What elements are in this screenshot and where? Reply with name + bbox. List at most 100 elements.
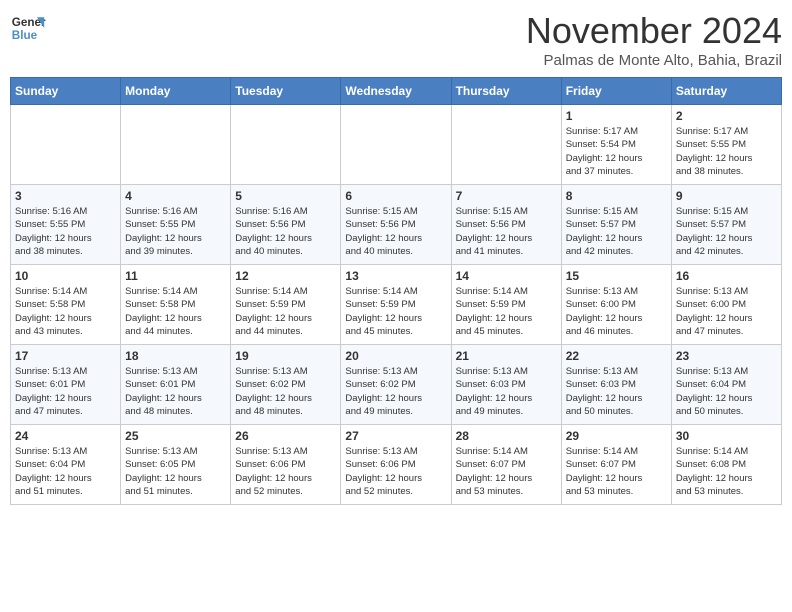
weekday-header: Saturday (671, 78, 781, 105)
day-info: Sunrise: 5:13 AM Sunset: 6:01 PM Dayligh… (15, 365, 116, 418)
calendar-cell: 25 Sunrise: 5:13 AM Sunset: 6:05 PM Dayli… (121, 425, 231, 505)
calendar-cell: 19 Sunrise: 5:13 AM Sunset: 6:02 PM Dayli… (231, 345, 341, 425)
calendar-cell (121, 105, 231, 185)
day-info: Sunrise: 5:15 AM Sunset: 5:56 PM Dayligh… (456, 205, 557, 258)
day-number: 21 (456, 349, 557, 363)
day-info: Sunrise: 5:16 AM Sunset: 5:55 PM Dayligh… (125, 205, 226, 258)
day-info: Sunrise: 5:13 AM Sunset: 6:04 PM Dayligh… (15, 445, 116, 498)
day-number: 30 (676, 429, 777, 443)
calendar-cell: 8 Sunrise: 5:15 AM Sunset: 5:57 PM Daylig… (561, 185, 671, 265)
day-info: Sunrise: 5:14 AM Sunset: 5:58 PM Dayligh… (15, 285, 116, 338)
day-number: 15 (566, 269, 667, 283)
calendar-cell: 22Sunrise: 5:13 AM Sunset: 6:03 PM Dayli… (561, 345, 671, 425)
weekday-header: Tuesday (231, 78, 341, 105)
calendar-cell: 5 Sunrise: 5:16 AM Sunset: 5:56 PM Daylig… (231, 185, 341, 265)
calendar-cell: 12Sunrise: 5:14 AM Sunset: 5:59 PM Dayli… (231, 265, 341, 345)
calendar-week-row: 24 Sunrise: 5:13 AM Sunset: 6:04 PM Dayli… (11, 425, 782, 505)
calendar-cell: 7Sunrise: 5:15 AM Sunset: 5:56 PM Daylig… (451, 185, 561, 265)
day-info: Sunrise: 5:14 AM Sunset: 6:07 PM Dayligh… (456, 445, 557, 498)
day-info: Sunrise: 5:17 AM Sunset: 5:55 PM Dayligh… (676, 125, 777, 178)
calendar-cell: 28 Sunrise: 5:14 AM Sunset: 6:07 PM Dayli… (451, 425, 561, 505)
day-number: 20 (345, 349, 446, 363)
day-number: 26 (235, 429, 336, 443)
day-info: Sunrise: 5:14 AM Sunset: 6:07 PM Dayligh… (566, 445, 667, 498)
calendar-cell: 6 Sunrise: 5:15 AM Sunset: 5:56 PM Daylig… (341, 185, 451, 265)
day-info: Sunrise: 5:13 AM Sunset: 6:05 PM Dayligh… (125, 445, 226, 498)
day-number: 13 (345, 269, 446, 283)
day-info: Sunrise: 5:14 AM Sunset: 5:58 PM Dayligh… (125, 285, 226, 338)
day-info: Sunrise: 5:13 AM Sunset: 6:06 PM Dayligh… (345, 445, 446, 498)
calendar-cell: 17 Sunrise: 5:13 AM Sunset: 6:01 PM Dayli… (11, 345, 121, 425)
calendar-cell: 20Sunrise: 5:13 AM Sunset: 6:02 PM Dayli… (341, 345, 451, 425)
calendar-cell: 26 Sunrise: 5:13 AM Sunset: 6:06 PM Dayli… (231, 425, 341, 505)
calendar-cell: 4 Sunrise: 5:16 AM Sunset: 5:55 PM Daylig… (121, 185, 231, 265)
day-number: 2 (676, 109, 777, 123)
calendar-week-row: 3 Sunrise: 5:16 AM Sunset: 5:55 PM Daylig… (11, 185, 782, 265)
calendar-cell: 16 Sunrise: 5:13 AM Sunset: 6:00 PM Dayli… (671, 265, 781, 345)
day-number: 4 (125, 189, 226, 203)
day-number: 29 (566, 429, 667, 443)
weekday-header: Monday (121, 78, 231, 105)
day-number: 28 (456, 429, 557, 443)
day-info: Sunrise: 5:15 AM Sunset: 5:57 PM Dayligh… (566, 205, 667, 258)
page-header: General Blue November 2024 Palmas de Mon… (10, 10, 782, 69)
day-number: 22 (566, 349, 667, 363)
day-info: Sunrise: 5:14 AM Sunset: 5:59 PM Dayligh… (456, 285, 557, 338)
day-info: Sunrise: 5:13 AM Sunset: 6:01 PM Dayligh… (125, 365, 226, 418)
day-number: 11 (125, 269, 226, 283)
calendar: SundayMondayTuesdayWednesdayThursdayFrid… (10, 77, 782, 505)
calendar-week-row: 10 Sunrise: 5:14 AM Sunset: 5:58 PM Dayli… (11, 265, 782, 345)
day-number: 6 (345, 189, 446, 203)
day-info: Sunrise: 5:13 AM Sunset: 6:06 PM Dayligh… (235, 445, 336, 498)
logo-icon: General Blue (10, 10, 46, 46)
calendar-week-row: 1 Sunrise: 5:17 AM Sunset: 5:54 PM Daylig… (11, 105, 782, 185)
day-number: 12 (235, 269, 336, 283)
day-number: 24 (15, 429, 116, 443)
month-title: November 2024 (526, 10, 782, 52)
calendar-cell: 27Sunrise: 5:13 AM Sunset: 6:06 PM Dayli… (341, 425, 451, 505)
day-number: 25 (125, 429, 226, 443)
day-number: 8 (566, 189, 667, 203)
day-number: 18 (125, 349, 226, 363)
day-number: 14 (456, 269, 557, 283)
day-info: Sunrise: 5:15 AM Sunset: 5:57 PM Dayligh… (676, 205, 777, 258)
svg-text:Blue: Blue (12, 29, 38, 42)
calendar-cell (11, 105, 121, 185)
day-info: Sunrise: 5:16 AM Sunset: 5:55 PM Dayligh… (15, 205, 116, 258)
calendar-cell (451, 105, 561, 185)
weekday-header: Sunday (11, 78, 121, 105)
calendar-cell: 13Sunrise: 5:14 AM Sunset: 5:59 PM Dayli… (341, 265, 451, 345)
calendar-cell: 21 Sunrise: 5:13 AM Sunset: 6:03 PM Dayli… (451, 345, 561, 425)
calendar-cell: 24 Sunrise: 5:13 AM Sunset: 6:04 PM Dayli… (11, 425, 121, 505)
day-info: Sunrise: 5:14 AM Sunset: 6:08 PM Dayligh… (676, 445, 777, 498)
calendar-cell: 2 Sunrise: 5:17 AM Sunset: 5:55 PM Daylig… (671, 105, 781, 185)
calendar-cell: 1 Sunrise: 5:17 AM Sunset: 5:54 PM Daylig… (561, 105, 671, 185)
day-info: Sunrise: 5:13 AM Sunset: 6:03 PM Dayligh… (456, 365, 557, 418)
calendar-cell: 29 Sunrise: 5:14 AM Sunset: 6:07 PM Dayli… (561, 425, 671, 505)
calendar-week-row: 17 Sunrise: 5:13 AM Sunset: 6:01 PM Dayli… (11, 345, 782, 425)
day-info: Sunrise: 5:17 AM Sunset: 5:54 PM Dayligh… (566, 125, 667, 178)
day-info: Sunrise: 5:16 AM Sunset: 5:56 PM Dayligh… (235, 205, 336, 258)
day-info: Sunrise: 5:15 AM Sunset: 5:56 PM Dayligh… (345, 205, 446, 258)
day-info: Sunrise: 5:13 AM Sunset: 6:00 PM Dayligh… (676, 285, 777, 338)
day-number: 16 (676, 269, 777, 283)
day-info: Sunrise: 5:13 AM Sunset: 6:04 PM Dayligh… (676, 365, 777, 418)
weekday-header: Thursday (451, 78, 561, 105)
day-number: 17 (15, 349, 116, 363)
day-number: 9 (676, 189, 777, 203)
logo: General Blue (10, 10, 46, 46)
title-section: November 2024 Palmas de Monte Alto, Bahi… (526, 10, 782, 69)
day-number: 1 (566, 109, 667, 123)
day-number: 3 (15, 189, 116, 203)
calendar-cell: 23 Sunrise: 5:13 AM Sunset: 6:04 PM Dayli… (671, 345, 781, 425)
calendar-cell: 18 Sunrise: 5:13 AM Sunset: 6:01 PM Dayli… (121, 345, 231, 425)
day-info: Sunrise: 5:13 AM Sunset: 6:02 PM Dayligh… (235, 365, 336, 418)
calendar-cell (231, 105, 341, 185)
day-number: 23 (676, 349, 777, 363)
calendar-cell: 30 Sunrise: 5:14 AM Sunset: 6:08 PM Dayli… (671, 425, 781, 505)
day-info: Sunrise: 5:13 AM Sunset: 6:00 PM Dayligh… (566, 285, 667, 338)
calendar-cell (341, 105, 451, 185)
day-number: 5 (235, 189, 336, 203)
day-number: 10 (15, 269, 116, 283)
day-number: 19 (235, 349, 336, 363)
